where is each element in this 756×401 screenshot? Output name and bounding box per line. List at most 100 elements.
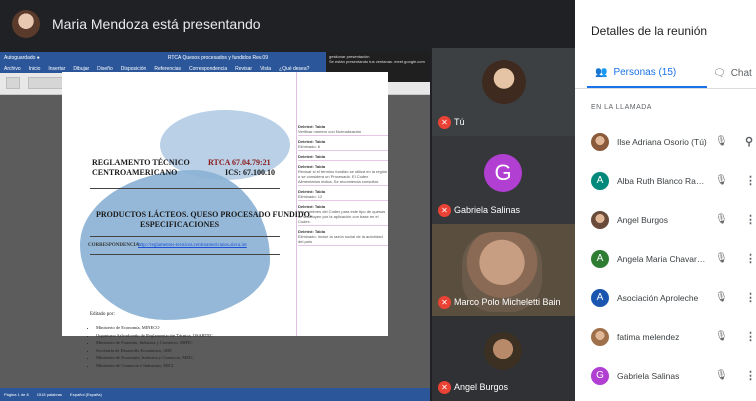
more-options-icon[interactable]: ⋮ <box>745 252 756 265</box>
doc-edited-by: Editado por: <box>90 312 115 317</box>
doc-heading-line2: CENTROAMERICANO <box>92 168 178 177</box>
participant-row[interactable]: Ilse Adriana Osorio (Tú) 🎙 ⚲ <box>575 122 756 161</box>
doc-correspondence-link[interactable]: http://reglamentos-tecnicos.centroameric… <box>138 243 247 248</box>
participant-list: Ilse Adriana Osorio (Tú) 🎙 ⚲ A Alba Ruth Bla… <box>575 122 756 395</box>
comment-text: Eliminado: 12 <box>298 194 323 199</box>
list-item: Ministerio de Economía, MINECO <box>96 324 213 332</box>
comment-text: Los nombres del Codex para este tipo de … <box>298 209 386 224</box>
more-options-icon[interactable]: ⋮ <box>745 369 756 382</box>
mic-off-icon[interactable]: 🎙 <box>715 214 728 225</box>
list-item: Ministerio de Economía, Industria y Come… <box>96 354 213 362</box>
doc-ministries-list: Ministerio de Economía, MINECO Organismo… <box>96 324 213 369</box>
mic-off-icon: ✕ <box>438 296 451 309</box>
menu-item-10[interactable]: ¿Qué desea? <box>279 66 309 72</box>
mic-off-icon[interactable]: 🎙 <box>715 253 728 264</box>
participant-name: Ilse Adriana Osorio (Tú) <box>617 136 707 147</box>
doc-product-line2: ESPECIFICACIONES <box>140 220 220 229</box>
comment: Deleted: Tabla Eliminado: 12 <box>298 189 388 201</box>
tile-name: Angel Burgos <box>454 382 509 392</box>
status-page: Página 1 de 8 <box>4 392 29 397</box>
status-language: Español (España) <box>70 392 102 397</box>
participant-tile-marco[interactable]: ✕ Marco Polo Micheletti Bain <box>432 224 575 316</box>
participant-name: Alba Ruth Blanco Rauda... <box>617 175 707 186</box>
mic-off-icon: ✕ <box>438 204 451 217</box>
participant-row[interactable]: A Asociación Aproleche 🎙 ⋮ <box>575 278 756 317</box>
paste-button[interactable] <box>6 77 20 89</box>
avatar <box>482 60 526 104</box>
mic-off-icon[interactable]: 🎙 <box>715 175 728 186</box>
list-item: Organismo Salvadoreño de Reglamentación … <box>96 332 213 340</box>
participant-row[interactable]: A Angela Maria Chavarria ... 🎙 ⋮ <box>575 239 756 278</box>
meeting-details-panel: Detalles de la reunión 👥 Personas (15) 🗨… <box>575 0 756 401</box>
comment-text: Eliminado: 6 <box>298 144 321 149</box>
participant-tile-gabriela[interactable]: G ✕ Gabriela Salinas <box>432 136 575 224</box>
participant-name: Angela Maria Chavarria ... <box>617 253 707 264</box>
menu-item-0[interactable]: Archivo <box>4 66 21 72</box>
word-title: RTCA Quesos procesados y fundidos Rev.09 <box>167 55 268 61</box>
chat-icon: 🗨 <box>713 67 726 79</box>
comment: Deleted: Tabla Eliminado: 6 <box>298 139 388 151</box>
comment: Deleted: Tabla <box>298 154 388 161</box>
menu-item-4[interactable]: Diseño <box>97 66 113 72</box>
comment: Deleted: Tabla Eliminado: Incluir la razó… <box>298 229 388 246</box>
participant-row[interactable]: A Alba Ruth Blanco Rauda... 🎙 ⋮ <box>575 161 756 200</box>
menu-item-9[interactable]: Vista <box>260 66 271 72</box>
divider <box>575 88 756 89</box>
mic-off-icon[interactable]: 🎙 <box>715 331 728 342</box>
tile-name: Marco Polo Micheletti Bain <box>454 297 561 307</box>
doc-rule-3 <box>90 254 280 255</box>
doc-rule-2 <box>90 236 280 237</box>
list-item: Ministerio de Fomento, Industria y Comer… <box>96 339 213 347</box>
participant-name: Angel Burgos <box>617 214 669 225</box>
list-item: Secretaría de Desarrollo Económico, SDE <box>96 347 213 355</box>
presenter-avatar <box>12 10 40 38</box>
avatar: A <box>591 249 609 268</box>
participant-tile-angel[interactable]: ✕ Angel Burgos <box>432 316 575 401</box>
pin-icon[interactable]: ⚲ <box>745 135 753 148</box>
participant-tile-self[interactable]: ✕ Tú <box>432 48 575 136</box>
menu-item-1[interactable]: Inicio <box>29 66 41 72</box>
avatar: G <box>591 366 609 385</box>
participant-row[interactable]: fatima melendez 🎙 ⋮ <box>575 317 756 356</box>
comment-text: Eliminado: Incluir la razón social de la… <box>298 234 383 244</box>
presenter-bar: Maria Mendoza está presentando <box>0 0 430 48</box>
participant-row[interactable]: G Gabriela Salinas 🎙 ⋮ <box>575 356 756 395</box>
mic-off-icon[interactable]: 🎙 <box>715 292 728 303</box>
comment: Deleted: Tabla Revisar si el término fund… <box>298 164 388 186</box>
more-options-icon[interactable]: ⋮ <box>745 330 756 343</box>
more-options-icon[interactable]: ⋮ <box>745 291 756 304</box>
menu-item-6[interactable]: Referencias <box>154 66 181 72</box>
mic-off-icon: ✕ <box>438 116 451 129</box>
notify-body: Se están presentando tus ventanas. meet.… <box>329 59 425 64</box>
avatar <box>591 327 609 346</box>
menu-item-7[interactable]: Correspondencia <box>189 66 227 72</box>
presenter-label: Maria Mendoza está presentando <box>52 16 261 32</box>
avatar <box>591 132 609 151</box>
avatar: A <box>591 288 609 307</box>
comment-text: Revisar si el término fundido se utiliza… <box>298 169 388 184</box>
menu-item-5[interactable]: Disposición <box>121 66 147 72</box>
doc-correspondence-label: CORRESPONDENCIA: <box>88 243 141 248</box>
status-words: 1518 palabras <box>36 392 63 397</box>
menu-item-2[interactable]: Insertar <box>48 66 65 72</box>
more-options-icon[interactable]: ⋮ <box>745 213 756 226</box>
doc-heading-line1: REGLAMENTO TÉCNICO <box>92 158 190 167</box>
tab-people-label: Personas (15) <box>613 66 677 78</box>
comment: Deleted: Tabla Los nombres del Codex para… <box>298 204 388 226</box>
participant-row[interactable]: Angel Burgos 🎙 ⋮ <box>575 200 756 239</box>
more-options-icon[interactable]: ⋮ <box>745 174 756 187</box>
comment-text: Verificar número con Normalización <box>298 129 362 134</box>
mic-off-icon[interactable]: 🎙 <box>715 370 728 381</box>
autosave-label: Autoguardado ● <box>4 55 40 61</box>
doc-rule-1 <box>90 188 280 189</box>
panel-title: Detalles de la reunión <box>591 24 708 38</box>
menu-item-8[interactable]: Revisar <box>235 66 252 72</box>
avatar: G <box>484 154 522 192</box>
tab-chat[interactable]: 🗨 Chat <box>713 58 752 88</box>
mic-off-icon: ✕ <box>438 381 451 394</box>
mic-off-icon[interactable]: 🎙 <box>715 136 728 147</box>
avatar <box>591 210 609 229</box>
menu-item-3[interactable]: Dibujar <box>73 66 89 72</box>
participant-name: Asociación Aproleche <box>617 292 699 303</box>
tab-people[interactable]: 👥 Personas (15) <box>587 58 707 88</box>
